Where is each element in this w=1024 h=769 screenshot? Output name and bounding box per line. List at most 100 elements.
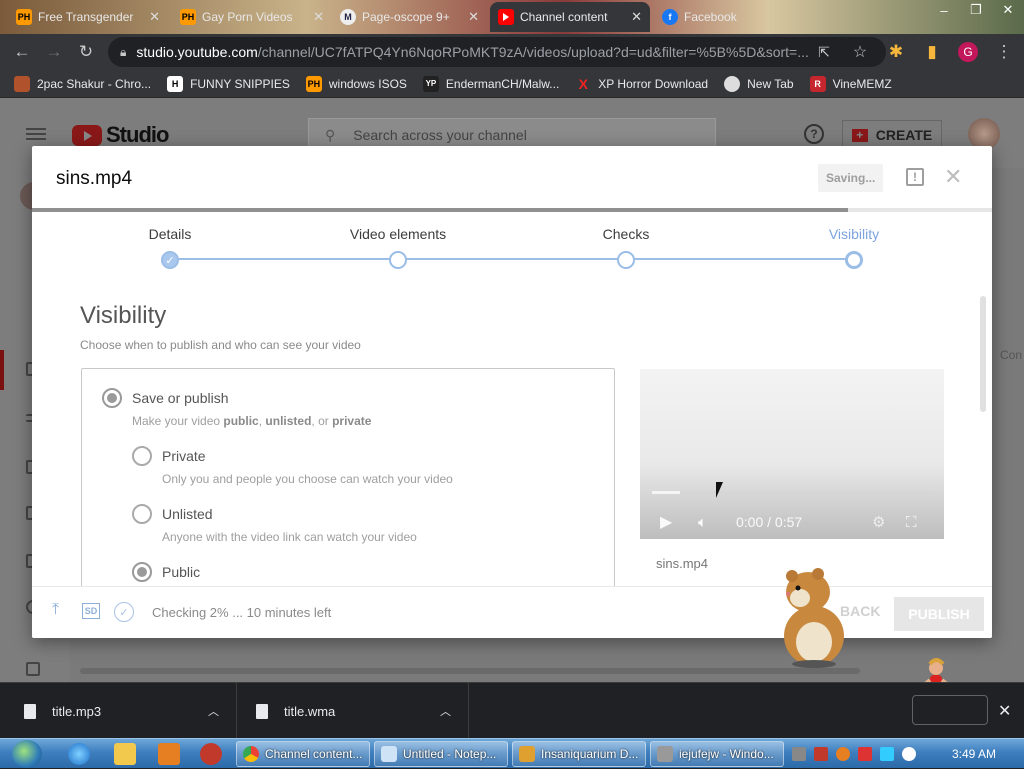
bookmark-windows-isos[interactable]: PH windows ISOS [305, 75, 407, 92]
browser-tab-5[interactable]: f Facebook [654, 2, 814, 32]
taskbar-clock[interactable]: 3:49 AM [952, 747, 996, 761]
bookmark-new-tab[interactable]: New Tab [724, 75, 794, 92]
unlisted-radio[interactable] [132, 504, 152, 524]
task-insaniquarium[interactable]: Insaniquarium D... [512, 741, 646, 767]
player-scrubber-fill [652, 491, 681, 494]
back-arrow-icon[interactable]: ← [6, 36, 38, 68]
window-controls: – ❐ ✕ [928, 0, 1024, 20]
help-icon[interactable]: ? [804, 124, 824, 144]
tray-app-icon[interactable] [792, 747, 806, 761]
step-video-elements[interactable]: Video elements [318, 212, 478, 269]
bookmark-xp-horror[interactable]: X XP Horror Download [575, 76, 709, 92]
close-tab-icon[interactable]: ✕ [462, 9, 479, 25]
mouse-cursor-icon [716, 482, 730, 498]
play-icon[interactable]: ▶ [660, 512, 672, 532]
download-filename: title.mp3 [52, 703, 102, 719]
dialog-title: sins.mp4 [56, 168, 133, 189]
url-path: /channel/UC7fATPQ4Yn6NqoRPoMKT9zA/videos… [257, 44, 809, 60]
tab-title: Gay Porn Videos [202, 10, 293, 24]
clipped-column-header: Con [1000, 348, 1023, 362]
save-or-publish-label: Save or publish [132, 390, 229, 406]
settings-icon[interactable] [26, 662, 40, 676]
desc-public: public [223, 414, 259, 428]
side-panel-icon[interactable]: ▮ [916, 36, 948, 68]
tray-app-icon[interactable] [814, 747, 828, 761]
tray-app-icon[interactable] [858, 747, 872, 761]
bookmark-vinememz[interactable]: R VineMEMZ [809, 75, 892, 92]
feedback-icon[interactable]: ! [906, 168, 924, 186]
bookmark-label: windows ISOS [328, 76, 407, 91]
audio-file-icon [256, 703, 268, 719]
bookmark-endermanch[interactable]: YP EndermanCH/Malw... [422, 75, 559, 92]
step-visibility[interactable]: Visibility [774, 212, 934, 269]
page-icon [14, 75, 30, 92]
start-button[interactable] [12, 740, 42, 768]
restore-icon[interactable]: ❐ [960, 0, 992, 20]
download-item-2[interactable]: title.wma ︿ [256, 683, 456, 739]
step-details[interactable]: Details ✓ [90, 212, 250, 269]
tray-app-icon[interactable] [880, 747, 894, 761]
url-host: studio.youtube.com [136, 44, 258, 60]
star-icon[interactable]: ☆ [844, 36, 876, 68]
desc-private: private [332, 414, 372, 428]
close-icon[interactable]: ✕ [998, 701, 1011, 721]
close-icon[interactable]: ✕ [944, 164, 962, 190]
reload-icon[interactable]: ↻ [70, 36, 102, 68]
browser-tab-1[interactable]: PH Free Transgender ✕ [8, 2, 168, 32]
task-chrome[interactable]: Channel content... [236, 741, 370, 767]
share-icon[interactable]: ⇱ [808, 36, 840, 68]
download-item-1[interactable]: title.mp3 ︿ [24, 683, 224, 739]
audio-file-icon [24, 703, 36, 719]
gear-icon[interactable]: ⚙ [872, 513, 885, 531]
visibility-title: Visibility [80, 302, 167, 329]
internet-explorer-icon[interactable] [68, 743, 90, 765]
bookmark-2pac[interactable]: 2pac Shakur - Chro... [14, 75, 151, 92]
horizontal-scrollbar[interactable] [80, 668, 860, 674]
minimize-icon[interactable]: – [928, 0, 960, 20]
publish-button[interactable]: PUBLISH [894, 597, 984, 631]
save-or-publish-radio[interactable] [102, 388, 122, 408]
chevron-up-icon[interactable]: ︿ [440, 703, 451, 719]
close-tab-icon[interactable]: ✕ [143, 9, 160, 25]
close-tab-icon[interactable]: ✕ [625, 9, 642, 25]
extensions-icon[interactable]: ✱ [880, 36, 912, 68]
private-radio[interactable] [132, 446, 152, 466]
task-notepad[interactable]: Untitled - Notep... [374, 741, 508, 767]
close-tab-icon[interactable]: ✕ [307, 9, 324, 25]
fullscreen-icon[interactable]: ⛶ [906, 514, 917, 531]
step-checks[interactable]: Checks [546, 212, 706, 269]
dialog-body: Visibility Choose when to publish and wh… [32, 286, 992, 586]
studio-logo[interactable]: Studio [72, 122, 169, 148]
divider [236, 683, 237, 739]
bookmark-funny-snippies[interactable]: H FUNNY SNIPPIES [167, 75, 290, 92]
browser-tab-3[interactable]: M Page-oscope 9+ ✕ [332, 2, 487, 32]
private-label: Private [162, 448, 206, 464]
task-window[interactable]: iejufejw - Windo... [650, 741, 784, 767]
close-window-icon[interactable]: ✕ [992, 0, 1024, 20]
side-rail-active-indicator [0, 350, 4, 390]
menu-kebab-icon[interactable]: ⋮ [988, 36, 1020, 68]
ph-favicon-icon: PH [16, 9, 32, 25]
visibility-subtitle: Choose when to publish and who can see y… [80, 338, 361, 352]
dialog-scrollbar[interactable] [980, 296, 986, 412]
create-label: CREATE [875, 127, 933, 143]
forward-arrow-icon[interactable]: → [38, 36, 70, 68]
public-radio[interactable] [132, 562, 152, 582]
volume-icon[interactable]: 🔈︎ [698, 514, 707, 531]
browser-tab-strip: PH Free Transgender ✕ PH Gay Porn Videos… [0, 0, 1024, 34]
profile-button[interactable]: G [952, 36, 984, 68]
hamburger-menu-icon[interactable] [26, 128, 46, 140]
video-preview-player[interactable]: ▶ 🔈︎ 0:00 / 0:57 ⚙ ⛶ [640, 369, 944, 539]
volume-icon[interactable] [902, 747, 916, 761]
player-scrubber[interactable] [652, 491, 934, 494]
app-icon[interactable] [200, 743, 222, 765]
address-bar[interactable]: 🔒︎ studio.youtube.com/channel/UC7fATPQ4Y… [108, 37, 886, 67]
chevron-up-icon[interactable]: ︿ [208, 703, 219, 719]
show-all-downloads-button[interactable] [912, 695, 988, 725]
video-camera-icon: + [851, 128, 868, 142]
browser-tab-2[interactable]: PH Gay Porn Videos ✕ [172, 2, 332, 32]
browser-tab-4-active[interactable]: Channel content ✕ [490, 2, 650, 32]
media-player-icon[interactable] [158, 743, 180, 765]
file-explorer-icon[interactable] [114, 743, 136, 765]
tray-app-icon[interactable] [836, 747, 850, 761]
